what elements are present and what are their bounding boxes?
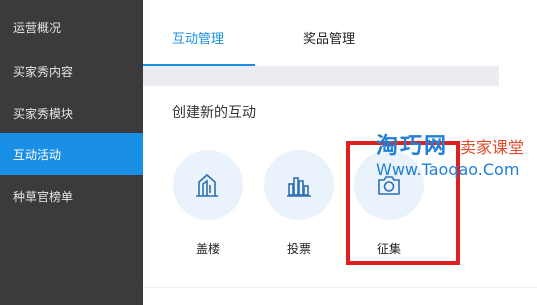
card-label: 征集 bbox=[376, 242, 401, 256]
sidebar-item-buyer-show-module[interactable]: 买家秀模块 bbox=[0, 92, 143, 134]
tab-prize-management[interactable]: 奖品管理 bbox=[303, 28, 355, 47]
sidebar-item-seeding-ranking[interactable]: 种草官榜单 bbox=[0, 175, 143, 217]
activity-card-vote[interactable]: 投票 bbox=[260, 150, 340, 257]
sidebar-item-interactive-activity[interactable]: 互动活动 bbox=[0, 133, 143, 175]
card-label: 投票 bbox=[286, 242, 311, 256]
header-band bbox=[143, 66, 499, 86]
watermark-brand: 淘巧网 bbox=[376, 134, 449, 159]
sidebar-item-label: 种草官榜单 bbox=[13, 189, 74, 204]
sidebar-item-overview[interactable]: 运营概况 bbox=[0, 6, 143, 48]
divider bbox=[143, 287, 537, 288]
sidebar: 运营概况 买家秀内容 买家秀模块 互动活动 种草官榜单 bbox=[0, 0, 143, 305]
sidebar-item-label: 互动活动 bbox=[13, 147, 62, 162]
activity-card-building[interactable]: 盖楼 bbox=[169, 150, 249, 257]
sidebar-item-label: 买家秀内容 bbox=[13, 64, 74, 79]
building-icon bbox=[196, 173, 218, 197]
card-icon-circle bbox=[264, 150, 334, 220]
card-label: 盖楼 bbox=[195, 242, 220, 256]
bar-chart-icon bbox=[287, 177, 311, 197]
tab-interaction-management[interactable]: 互动管理 bbox=[172, 28, 224, 47]
card-icon-circle bbox=[173, 150, 243, 220]
section-title: 创建新的互动 bbox=[172, 105, 256, 121]
sidebar-item-buyer-show-content[interactable]: 买家秀内容 bbox=[0, 50, 143, 92]
sidebar-item-label: 运营概况 bbox=[13, 20, 62, 35]
watermark-url: Www.Taoqao.Com bbox=[376, 160, 520, 179]
watermark-subtitle: 卖家课堂 bbox=[460, 138, 525, 157]
sidebar-item-label: 买家秀模块 bbox=[13, 106, 74, 121]
